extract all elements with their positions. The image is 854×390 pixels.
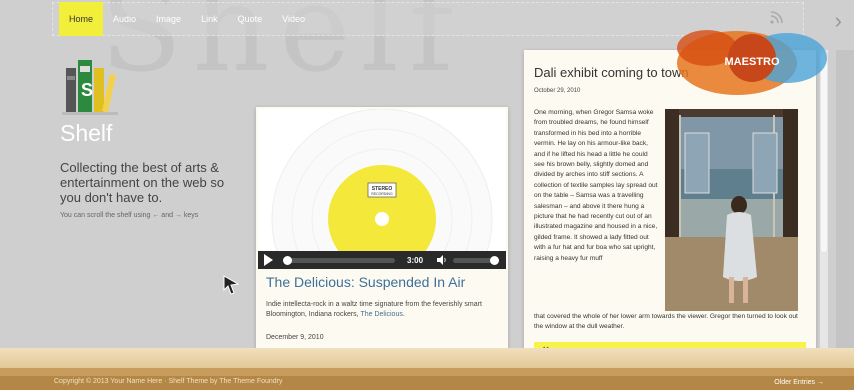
volume-slider[interactable] [453, 255, 500, 265]
dali-post-title[interactable]: Dali exhibit coming to town [534, 65, 689, 80]
dali-post-body: One morning, when Gregor Samsa woke from… [534, 109, 658, 262]
volume-knob[interactable] [490, 255, 500, 265]
volume-icon[interactable] [437, 255, 447, 265]
the-delicious-link[interactable]: The Delicious [360, 311, 402, 318]
badge-text: MAESTRO [725, 56, 780, 68]
audio-post-card: STEREO RECORDING 3:00 The Delicious: Sus… [256, 107, 508, 359]
audio-progress-bar[interactable] [283, 255, 395, 265]
nav-item-image[interactable]: Image [146, 2, 191, 36]
scroll-hint: You can scroll the shelf using ← and → k… [60, 212, 199, 219]
wooden-shelf [0, 348, 854, 368]
progress-knob[interactable] [283, 255, 292, 265]
audio-post-excerpt: Indie intellecta-rock in a waltz time si… [266, 300, 502, 320]
nav-item-video[interactable]: Video [272, 2, 315, 36]
excerpt-end: . [402, 311, 405, 318]
site-tagline: Collecting the best of arts & entertainm… [60, 160, 225, 205]
books-logo-icon: S [62, 60, 118, 115]
audio-player[interactable]: 3:00 [258, 251, 506, 269]
play-icon[interactable] [264, 254, 273, 266]
dali-painting-image[interactable] [665, 109, 798, 311]
dali-post-body-continued: that covered the whole of her lower arm … [534, 313, 798, 331]
footer-copyright[interactable]: Copyright © 2013 Your Name Here · Shelf … [54, 378, 283, 385]
dali-post-date: October 29, 2010 [534, 88, 581, 94]
audio-post-date: December 9, 2010 [266, 334, 324, 341]
svg-text:S: S [81, 80, 93, 100]
maestro-fire-badge: MAESTRO [677, 30, 827, 95]
shelf-edge [0, 368, 854, 376]
nav-item-audio[interactable]: Audio [103, 2, 146, 36]
site-title[interactable]: Shelf [60, 120, 112, 147]
audio-post-title[interactable]: The Delicious: Suspended In Air [266, 274, 465, 290]
mouse-cursor-icon [223, 275, 240, 295]
nav-item-link[interactable]: Link [191, 2, 228, 36]
next-card-edge [836, 50, 854, 350]
arrow-right-icon[interactable]: › [835, 8, 842, 34]
nav-item-home[interactable]: Home [59, 2, 104, 36]
nav-item-quote[interactable]: Quote [228, 2, 273, 36]
audio-time: 3:00 [407, 255, 424, 265]
older-entries-link[interactable]: Older Entries → [774, 379, 824, 386]
footer: Copyright © 2013 Your Name Here · Shelf … [0, 376, 854, 390]
vinyl-record-image: STEREO RECORDING [258, 109, 506, 251]
record-label-recording: RECORDING [371, 192, 393, 196]
